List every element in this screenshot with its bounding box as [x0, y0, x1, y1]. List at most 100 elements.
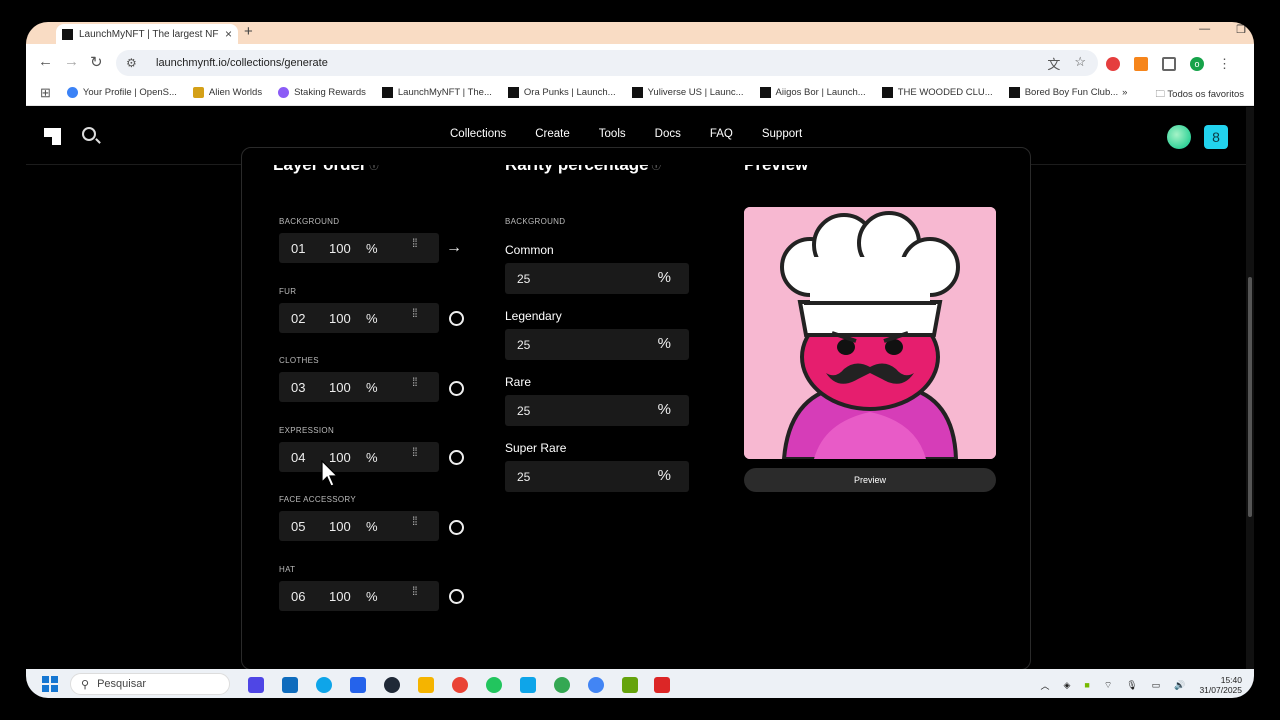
bookmark-item[interactable]: Aiigos Bor | Launch... [759, 87, 866, 98]
windows-start-icon[interactable] [42, 676, 58, 692]
restore-icon[interactable]: ❐ [1236, 23, 1246, 36]
chrome-icon[interactable] [452, 677, 468, 693]
taskbar-search[interactable]: ⚲ Pesquisar [70, 673, 230, 695]
minimize-icon[interactable]: — [1199, 23, 1210, 36]
whatsapp-icon[interactable] [486, 677, 502, 693]
layer-row[interactable]: 02 100 % ⁞⁞ [279, 303, 439, 333]
extensions-puzzle-icon[interactable] [1162, 57, 1176, 71]
layer-row[interactable]: 06 100 % ⁞⁞ [279, 581, 439, 611]
profile-avatar-icon[interactable]: o [1190, 57, 1204, 71]
adblock-icon[interactable] [1106, 57, 1120, 71]
bookmark-item[interactable]: Yuliverse US | Launc... [631, 87, 744, 98]
nav-tools[interactable]: Tools [599, 128, 626, 140]
bookmark-item[interactable]: Alien Worlds [192, 87, 262, 98]
chrome-profile-icon[interactable] [588, 677, 604, 693]
taskbar-clock[interactable]: 15:40 31/07/2025 [1199, 675, 1242, 695]
layer-select-radio[interactable] [449, 589, 464, 604]
file-explorer-icon[interactable] [418, 677, 434, 693]
percent-symbol: % [366, 450, 378, 465]
translate-icon[interactable]: 文 [1047, 54, 1060, 73]
bookmark-label: Staking Rewards [294, 87, 366, 98]
tray-overflow-icon[interactable]: ︿ [1040, 679, 1049, 692]
window-controls: — ❐ [1199, 23, 1246, 36]
layer-percent-input[interactable]: 100 [329, 380, 351, 395]
page-scrollbar[interactable] [1246, 107, 1254, 669]
bookmark-item[interactable]: Staking Rewards [278, 87, 366, 98]
bookmark-item[interactable]: Your Profile | OpenS... [66, 87, 177, 98]
site-settings-icon[interactable]: ⚙ [126, 56, 140, 70]
rarity-label: Super Rare [505, 441, 567, 455]
layer-select-radio[interactable] [449, 450, 464, 465]
layer-percent-input[interactable]: 100 [329, 519, 351, 534]
launchmynft-logo[interactable] [44, 128, 61, 145]
browser-tab[interactable]: LaunchMyNFT | The largest NF × [56, 24, 238, 44]
copilot-icon[interactable] [248, 677, 264, 693]
arrow-right-icon[interactable]: → [446, 239, 462, 257]
layer-row[interactable]: 04 100 % ⁞⁞ [279, 442, 439, 472]
all-bookmarks-folder[interactable]: 🗀 Todos os favoritos [1155, 87, 1244, 103]
wifi-icon[interactable]: ⌔ [1104, 680, 1112, 691]
layer-percent-input[interactable]: 100 [329, 241, 351, 256]
browser-menu-icon[interactable]: ⋮ [1218, 56, 1231, 72]
rarity-input[interactable]: 25 % [505, 329, 689, 360]
launchmynft-icon [381, 87, 393, 98]
layer-select-radio[interactable] [449, 381, 464, 396]
layer-select-radio[interactable] [449, 520, 464, 535]
bookmark-item[interactable]: Bored Boy Fun Club... [1008, 87, 1118, 98]
layer-row[interactable]: 05 100 % ⁞⁞ [279, 511, 439, 541]
rarity-input[interactable]: 25 % [505, 395, 689, 426]
metamask-icon[interactable] [1134, 57, 1148, 71]
nav-create[interactable]: Create [535, 128, 570, 140]
layer-percent-input[interactable]: 100 [329, 589, 351, 604]
rarity-input[interactable]: 25 % [505, 263, 689, 294]
bookmark-item[interactable]: Ora Punks | Launch... [507, 87, 616, 98]
rarity-input[interactable]: 25 % [505, 461, 689, 492]
drag-handle-icon[interactable]: ⁞⁞ [412, 376, 418, 388]
volume-icon[interactable]: 🔊 [1174, 680, 1185, 691]
layer-percent-input[interactable]: 100 [329, 311, 351, 326]
nav-support[interactable]: Support [762, 128, 802, 140]
preview-button[interactable]: Preview [744, 468, 996, 492]
more-bookmarks-icon[interactable]: » [1122, 87, 1127, 103]
layer-select-radio[interactable] [449, 311, 464, 326]
drag-handle-icon[interactable]: ⁞⁞ [412, 237, 418, 249]
tab-title: LaunchMyNFT | The largest NF [79, 28, 219, 40]
store-icon[interactable] [350, 677, 366, 693]
rarity-label: Common [505, 243, 554, 257]
scrollbar-thumb[interactable] [1248, 277, 1252, 517]
drag-handle-icon[interactable]: ⁞⁞ [412, 585, 418, 597]
close-tab-icon[interactable]: × [225, 27, 232, 41]
layer-row[interactable]: 01 100 % ⁞⁞ [279, 233, 439, 263]
bookmark-item[interactable]: LaunchMyNFT | The... [381, 87, 492, 98]
app-icon[interactable] [384, 677, 400, 693]
drag-handle-icon[interactable]: ⁞⁞ [412, 446, 418, 458]
chrome-profile-icon[interactable] [554, 677, 570, 693]
nav-docs[interactable]: Docs [655, 128, 681, 140]
new-tab-icon[interactable]: + [244, 23, 253, 40]
reload-icon[interactable]: ↻ [90, 53, 103, 71]
drag-handle-icon[interactable]: ⁞⁞ [412, 515, 418, 527]
security-icon[interactable]: ◈ [1063, 680, 1070, 691]
apps-grid-icon[interactable]: ⊞ [40, 85, 51, 101]
layer-row[interactable]: 03 100 % ⁞⁞ [279, 372, 439, 402]
layer-caption: HAT [279, 565, 296, 574]
edge-icon[interactable] [316, 677, 332, 693]
bookmark-star-icon[interactable]: ☆ [1074, 54, 1086, 73]
recorder-icon[interactable] [654, 677, 670, 693]
nav-collections[interactable]: Collections [450, 128, 506, 140]
display-icon[interactable]: ▭ [1152, 680, 1161, 691]
notification-badge[interactable]: 8 [1204, 125, 1228, 149]
search-icon[interactable] [82, 127, 96, 141]
address-bar[interactable]: ⚙ launchmynft.io/collections/generate 文 … [116, 50, 1098, 76]
microphone-icon[interactable]: 🎙 [1126, 680, 1137, 691]
nav-faq[interactable]: FAQ [710, 128, 733, 140]
bookmark-item[interactable]: THE WOODED CLU... [881, 87, 993, 98]
nvidia-icon[interactable]: ■ [1084, 680, 1089, 690]
camtasia-icon[interactable] [622, 677, 638, 693]
back-icon[interactable]: ← [38, 53, 53, 70]
wallet-avatar[interactable] [1167, 125, 1191, 149]
drag-handle-icon[interactable]: ⁞⁞ [412, 307, 418, 319]
forward-icon[interactable]: → [64, 53, 79, 70]
notepad-icon[interactable] [520, 677, 536, 693]
outlook-icon[interactable] [282, 677, 298, 693]
